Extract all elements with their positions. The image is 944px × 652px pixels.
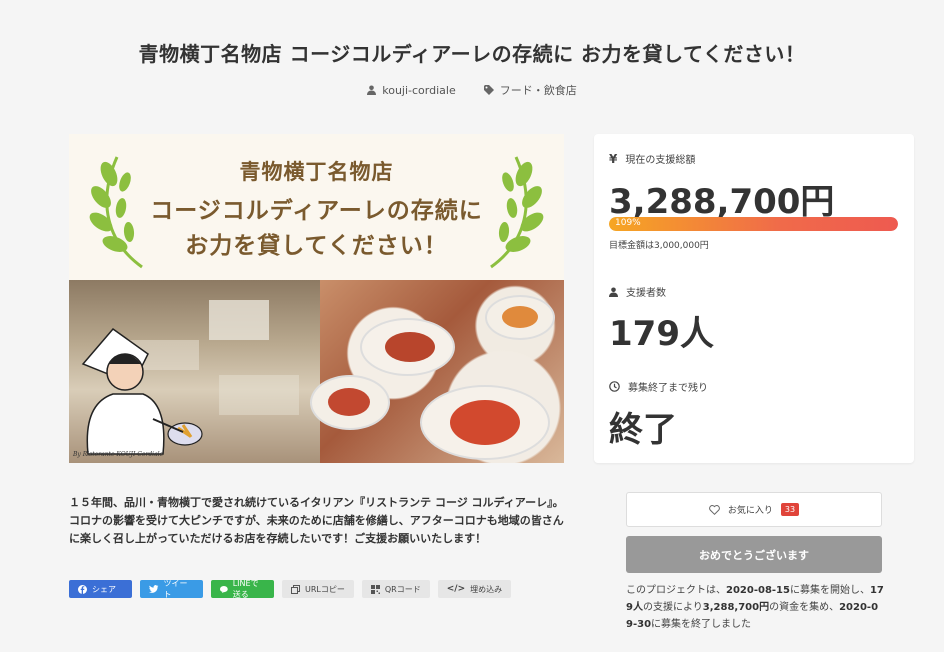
favorite-button[interactable]: お気に入り 33	[626, 492, 882, 527]
summary-mid2: の支援により	[642, 602, 703, 613]
hero-image: 青物横丁名物店 コージコルディアーレの存続に お力を貸してください！ By Ri…	[69, 134, 564, 463]
remaining-label: 募集終了まで残り	[628, 383, 708, 394]
clock-icon	[609, 381, 620, 392]
owner-link[interactable]: kouji-cordiale	[367, 82, 456, 98]
twitter-icon	[149, 585, 159, 593]
tag-icon	[483, 85, 494, 95]
stats-card: ¥ 現在の支援総額 3,288,700円 109% 目標金額は3,000,000…	[594, 134, 914, 463]
summary-start-date: 2020-08-15	[726, 585, 790, 596]
category-link[interactable]: フード・飲食店	[483, 82, 577, 98]
embed-button[interactable]: </> 埋め込み	[437, 580, 512, 598]
url-copy-button[interactable]: URLコピー	[282, 580, 354, 598]
qr-code-button[interactable]: QRコード	[361, 580, 430, 598]
summary-suffix: に募集を終了しました	[651, 619, 752, 630]
total-label: 現在の支援総額	[625, 155, 696, 166]
remaining-value: 終了	[609, 410, 677, 450]
twitter-share-button[interactable]: ツイート	[140, 579, 203, 599]
congrats-button[interactable]: おめでとうございます	[626, 536, 882, 573]
url-copy-label: URLコピー	[305, 584, 345, 594]
remaining-label-row: 募集終了まで残り	[609, 379, 708, 394]
summary-prefix: このプロジェクトは、	[626, 585, 726, 596]
summary-amount: 3,288,700円	[702, 602, 770, 613]
hero-signature: By Ristorante KOUJI Cordiale	[73, 451, 164, 458]
heart-icon	[709, 504, 720, 515]
banner-line-1: 青物横丁名物店	[239, 159, 394, 184]
backers-value: 179人	[609, 314, 714, 354]
facebook-share-button[interactable]: シェア	[69, 580, 132, 598]
share-buttons: シェア ツイート LINEで送る URLコピー QRコード </> 埋め込み	[69, 579, 512, 599]
embed-label: 埋め込み	[470, 584, 503, 594]
hero-banner: 青物横丁名物店 コージコルディアーレの存続に お力を貸してください！	[69, 134, 564, 280]
project-meta: kouji-cordiale フード・飲食店	[0, 82, 944, 98]
qr-code-label: QRコード	[384, 584, 421, 594]
goal-text: 目標金額は3,000,000円	[609, 241, 709, 251]
banner-line-3: お力を貸してください！	[185, 232, 448, 259]
backers-label-row: 支援者数	[609, 284, 666, 299]
facebook-icon	[78, 584, 87, 594]
code-icon: </>	[446, 584, 466, 594]
project-description: １５年間、品川・青物横丁で愛され続けているイタリアン『リストランテ コージ コル…	[69, 496, 564, 545]
summary-mid1: に募集を開始し、	[789, 585, 870, 596]
line-share-label: LINEで送る	[232, 579, 259, 599]
copy-icon	[291, 584, 300, 594]
owner-name: kouji-cordiale	[382, 83, 456, 97]
page-title: 青物横丁名物店 コージコルディアーレの存続に お力を貸してください！	[138, 42, 806, 66]
yen-icon: ¥	[609, 151, 618, 166]
qr-code-icon	[370, 584, 380, 594]
backers-label: 支援者数	[626, 288, 666, 299]
summary-mid3: の資金を集め、	[769, 602, 840, 613]
user-icon	[367, 85, 377, 95]
banner-line-2: コージコルディアーレの存続に	[150, 197, 483, 224]
favorite-label: お気に入り	[727, 506, 773, 516]
person-icon	[609, 287, 618, 297]
category-name: フード・飲食店	[499, 84, 577, 97]
chef-illustration-icon	[81, 327, 203, 455]
total-amount: 3,288,700円	[609, 182, 835, 222]
progress-fill	[609, 217, 898, 231]
total-label-row: ¥ 現在の支援総額	[609, 151, 696, 167]
progress-bar: 109%	[609, 217, 898, 231]
favorite-count-badge: 33	[780, 503, 800, 516]
dishes-photo	[310, 280, 564, 463]
facebook-share-label: シェア	[92, 584, 116, 594]
line-icon	[220, 585, 228, 593]
progress-text: 109%	[615, 218, 641, 228]
project-summary: このプロジェクトは、2020-08-15に募集を開始し、179人の支援により3,…	[626, 582, 884, 633]
twitter-share-label: ツイート	[163, 579, 188, 599]
line-share-button[interactable]: LINEで送る	[211, 579, 274, 599]
